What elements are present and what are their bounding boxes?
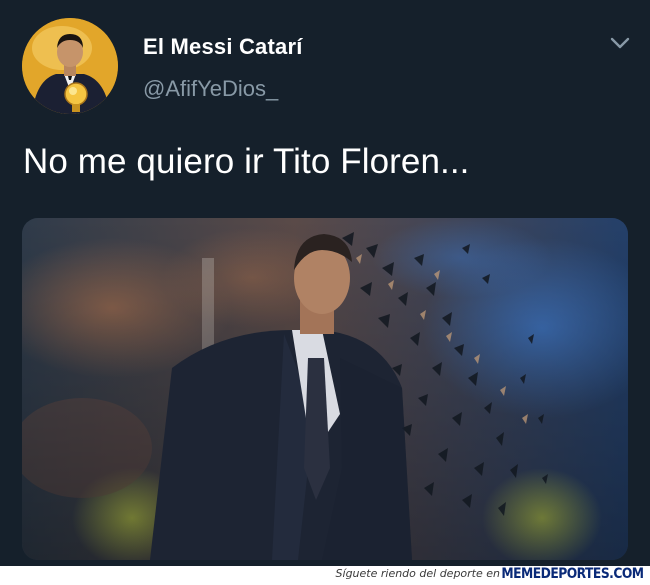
watermark-brand[interactable]: MEMEDEPORTES.COM xyxy=(502,566,645,582)
tweet-card: El Messi Catarí @AfifYeDios_ No me quier… xyxy=(0,0,650,566)
watermark-caption: Síguete riendo del deporte en xyxy=(335,567,500,580)
tweet-text: No me quiero ir Tito Floren... xyxy=(23,142,470,181)
chevron-down-icon[interactable] xyxy=(606,32,634,54)
display-name[interactable]: El Messi Catarí xyxy=(143,34,303,60)
avatar[interactable] xyxy=(22,18,118,114)
user-handle[interactable]: @AfifYeDios_ xyxy=(143,76,278,102)
tweet-image[interactable] xyxy=(22,218,628,560)
watermark-bar: Síguete riendo del deporte en MEMEDEPORT… xyxy=(0,566,650,585)
